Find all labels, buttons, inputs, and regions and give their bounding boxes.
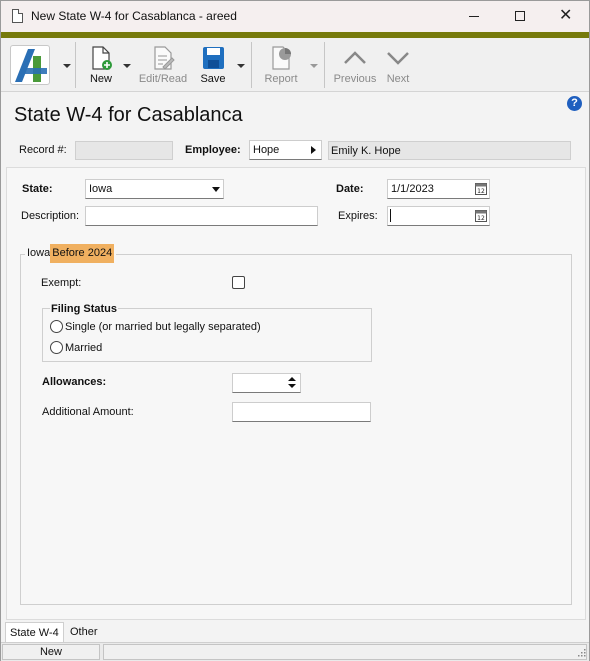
group-title-prefix: Iowa	[27, 247, 51, 259]
allowances-spinner-icon[interactable]	[287, 376, 297, 392]
svg-text:12: 12	[477, 215, 485, 222]
state-select-value: Iowa	[89, 183, 113, 195]
exempt-label: Exempt:	[41, 277, 82, 289]
next-button-label: Next	[386, 73, 410, 85]
svg-text:12: 12	[477, 188, 485, 195]
text-cursor	[390, 209, 391, 222]
previous-button-label: Previous	[333, 73, 377, 85]
new-menu-caret-icon[interactable]	[123, 64, 131, 68]
status-bar: New	[1, 642, 589, 661]
report-menu-caret-icon[interactable]	[310, 64, 318, 68]
report-button-label: Report	[264, 73, 298, 85]
expires-label: Expires:	[338, 210, 378, 222]
additional-amount-input[interactable]	[232, 402, 371, 422]
resize-grip-icon[interactable]	[577, 648, 586, 660]
edit-read-button-label: Edit/Read	[138, 73, 188, 85]
title-bar: New State W-4 for Casablanca - areed ✕	[1, 1, 589, 32]
chevron-up-icon	[342, 45, 368, 74]
filing-single-radio[interactable]	[50, 320, 63, 333]
report-button[interactable]: Report	[259, 42, 303, 88]
employee-label: Employee:	[185, 144, 241, 156]
minimize-icon	[469, 16, 479, 17]
toolbar-separator	[324, 42, 325, 88]
minimize-button[interactable]	[451, 1, 497, 32]
additional-amount-label: Additional Amount:	[42, 406, 134, 418]
date-calendar-icon[interactable]: 12	[475, 182, 487, 198]
edit-read-button[interactable]: Edit/Read	[137, 42, 189, 88]
group-title-highlight: Before 2024	[50, 244, 115, 263]
maximize-icon	[515, 11, 525, 21]
app-logo[interactable]	[10, 45, 50, 85]
state-label: State:	[22, 183, 53, 195]
state-select[interactable]: Iowa	[85, 179, 224, 199]
save-menu-caret-icon[interactable]	[237, 64, 245, 68]
previous-button[interactable]: Previous	[332, 42, 378, 88]
app-logo-icon	[15, 49, 47, 82]
allowances-label: Allowances:	[42, 376, 107, 388]
page-title: State W-4 for Casablanca	[14, 104, 243, 126]
close-button[interactable]: ✕	[543, 1, 589, 32]
state-dropdown-chevron-icon[interactable]	[212, 187, 220, 192]
date-field-value: 1/1/2023	[391, 183, 434, 195]
application-window: New State W-4 for Casablanca - areed ✕ N…	[0, 0, 590, 661]
chevron-down-icon	[385, 45, 411, 74]
toolbar-separator	[251, 42, 252, 88]
status-mode: New	[2, 644, 100, 660]
filing-married-label[interactable]: Married	[65, 342, 102, 354]
tab-other[interactable]: Other	[66, 622, 102, 642]
toolbar-separator	[75, 42, 76, 88]
save-button-label: Save	[200, 73, 226, 85]
employee-code: Hope	[253, 144, 280, 156]
filing-single-label[interactable]: Single (or married but legally separated…	[65, 321, 261, 333]
maximize-button[interactable]	[497, 1, 543, 32]
filing-status-label: Filing Status	[50, 303, 118, 315]
filing-married-radio[interactable]	[50, 341, 63, 354]
employee-lookup-arrow-icon[interactable]	[311, 146, 316, 154]
record-number-field	[75, 141, 173, 160]
date-label: Date:	[336, 183, 364, 195]
edit-document-icon	[150, 45, 176, 74]
close-icon: ✕	[559, 7, 573, 24]
window-title: New State W-4 for Casablanca - areed	[31, 9, 237, 23]
description-input[interactable]	[85, 206, 318, 226]
report-icon	[268, 45, 294, 74]
next-button[interactable]: Next	[382, 42, 414, 88]
employee-name-field: Emily K. Hope	[328, 141, 571, 160]
save-disk-icon	[200, 45, 226, 74]
new-button-label: New	[89, 73, 112, 85]
toolbar: New Edit/Read Save Report Previous Next	[1, 38, 589, 92]
new-button[interactable]: New	[83, 42, 119, 88]
exempt-checkbox[interactable]	[232, 276, 245, 289]
group-title: Iowa Before 2024	[25, 244, 117, 264]
document-icon	[12, 9, 23, 23]
expires-calendar-icon[interactable]: 12	[475, 209, 487, 225]
help-icon[interactable]: ?	[567, 96, 582, 111]
tab-state-w4[interactable]: State W-4	[5, 622, 64, 642]
record-number-label: Record #:	[19, 144, 67, 156]
save-button[interactable]: Save	[196, 42, 230, 88]
logo-menu-caret-icon[interactable]	[63, 64, 71, 68]
employee-name: Emily K. Hope	[331, 145, 401, 157]
description-label: Description:	[21, 210, 80, 222]
new-document-icon	[88, 45, 114, 74]
status-message	[103, 644, 587, 660]
